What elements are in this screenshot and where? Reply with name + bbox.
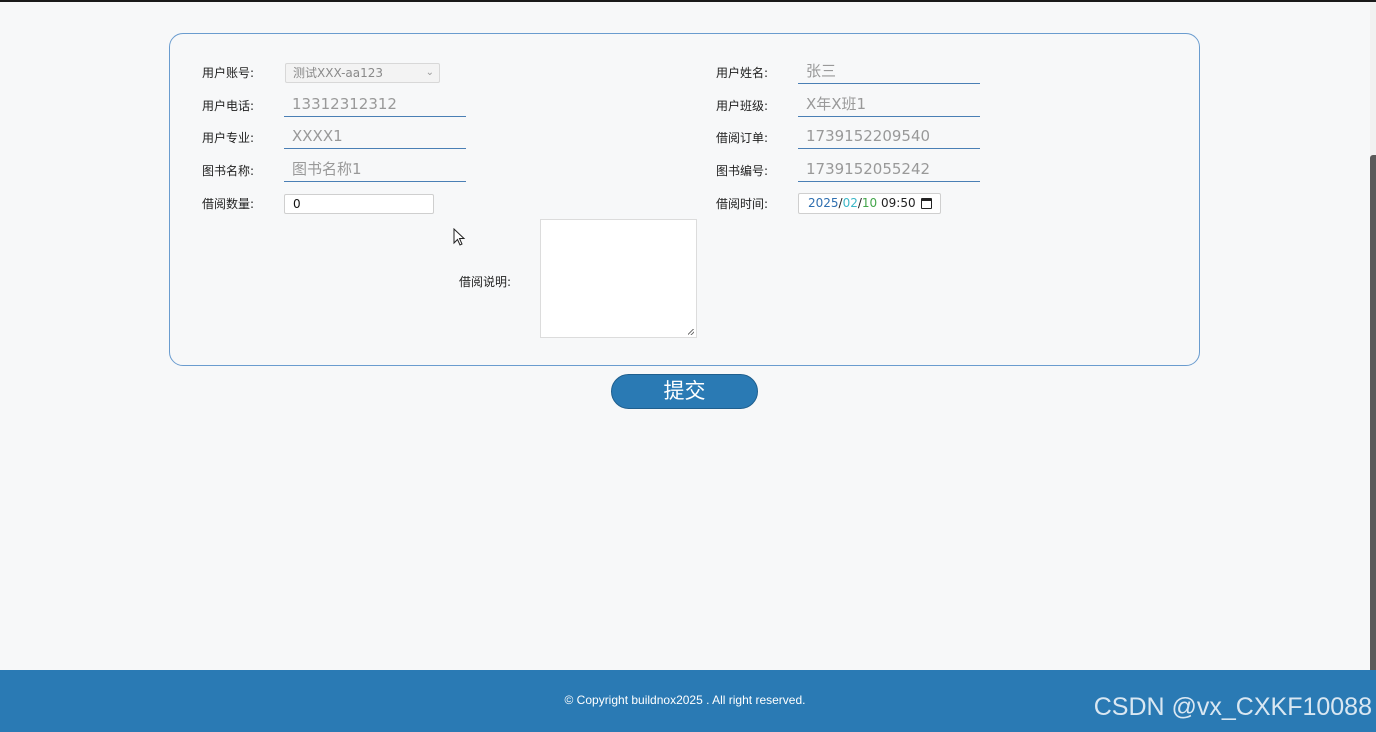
book-name-label: 图书名称: xyxy=(202,164,255,178)
book-no-label: 图书编号: xyxy=(716,164,769,178)
account-select[interactable]: 测试XXX-aa123 ⌄ xyxy=(285,63,440,83)
class-field[interactable]: X年X班1 xyxy=(798,93,980,117)
desc-textarea[interactable] xyxy=(540,219,697,338)
submit-button[interactable]: 提交 xyxy=(611,374,758,409)
class-label: 用户班级: xyxy=(716,99,769,113)
time-year: 2025 xyxy=(808,196,839,210)
major-field[interactable]: XXXX1 xyxy=(284,125,466,149)
book-name-field[interactable]: 图书名称1 xyxy=(284,158,466,182)
time-clock: 09:50 xyxy=(881,196,916,210)
order-field[interactable]: 1739152209540 xyxy=(798,125,980,149)
account-label: 用户账号: xyxy=(202,66,255,80)
footer: © Copyright buildnox2025 . All right res… xyxy=(0,670,1376,732)
resize-grip-icon[interactable] xyxy=(688,329,694,335)
quantity-input[interactable]: 0 xyxy=(284,194,434,214)
order-label: 借阅订单: xyxy=(716,131,769,145)
account-select-value: 测试XXX-aa123 xyxy=(293,66,384,80)
calendar-icon[interactable] xyxy=(921,198,932,209)
time-label: 借阅时间: xyxy=(716,197,769,211)
borrow-form: 用户账号: 测试XXX-aa123 ⌄ 用户姓名: 张三 用户电话: 13312… xyxy=(169,33,1200,366)
borrow-time-input[interactable]: 2025/02/10 09:50 xyxy=(798,193,941,214)
phone-label: 用户电话: xyxy=(202,99,255,113)
phone-field[interactable]: 13312312312 xyxy=(284,93,466,117)
name-label: 用户姓名: xyxy=(716,66,769,80)
book-no-field[interactable]: 1739152055242 xyxy=(798,158,980,182)
time-month: 02 xyxy=(842,196,858,210)
top-edge xyxy=(0,0,1376,2)
mouse-cursor-icon xyxy=(453,228,466,246)
name-field[interactable]: 张三 xyxy=(798,60,980,84)
desc-label: 借阅说明: xyxy=(459,275,512,289)
scrollbar-thumb[interactable] xyxy=(1370,155,1376,670)
chevron-down-icon: ⌄ xyxy=(425,67,434,78)
time-day: 10 xyxy=(861,196,878,210)
quantity-label: 借阅数量: xyxy=(202,197,255,211)
watermark: CSDN @vx_CXKF10088 xyxy=(1093,693,1372,721)
major-label: 用户专业: xyxy=(202,131,255,145)
